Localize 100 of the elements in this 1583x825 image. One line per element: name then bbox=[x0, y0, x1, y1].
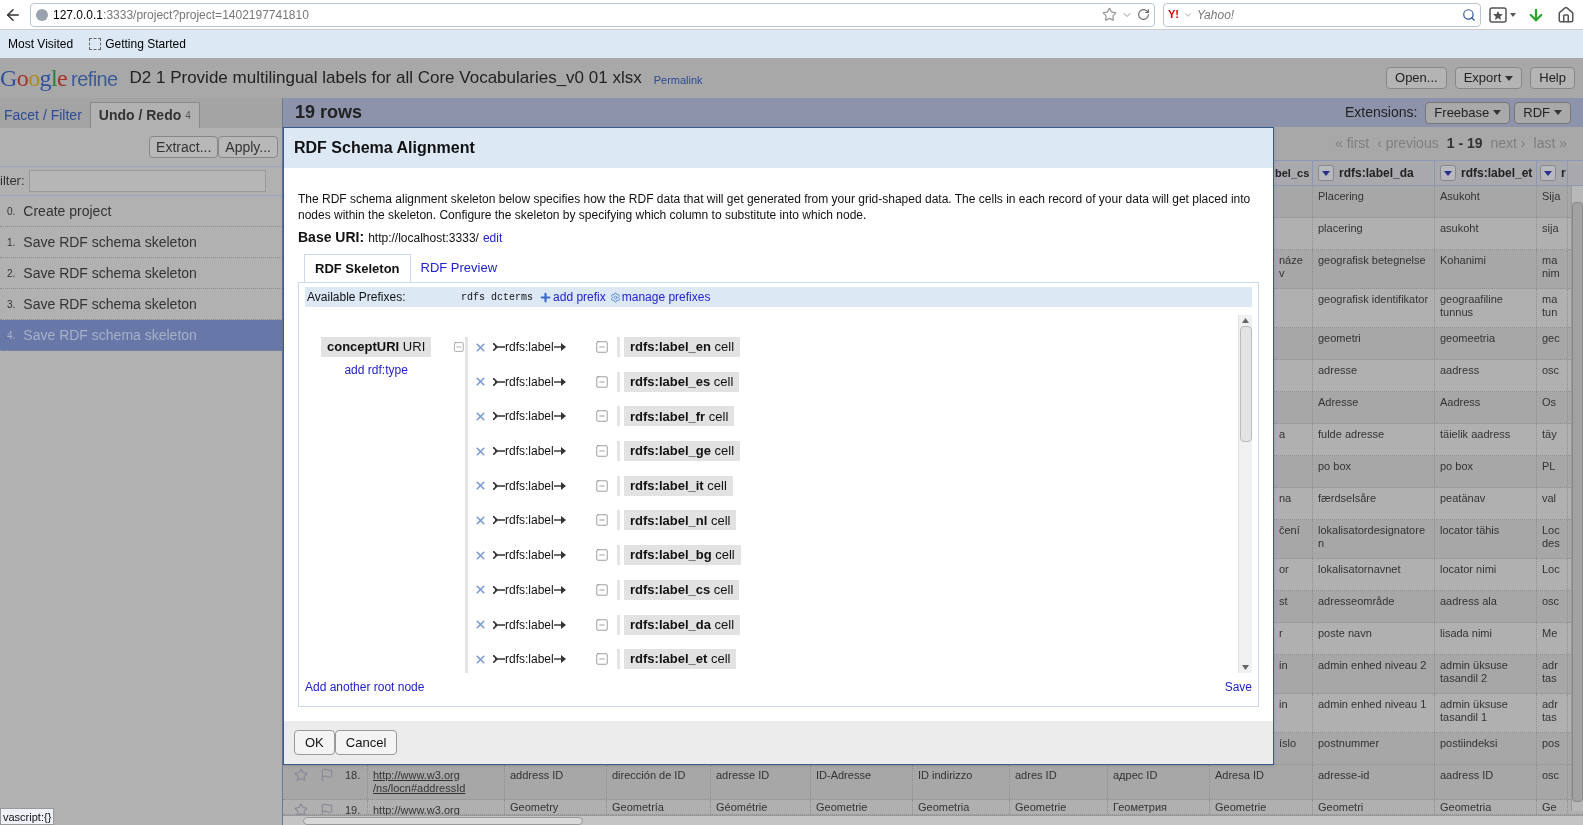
vertical-scrollbar[interactable] bbox=[1571, 186, 1583, 811]
remove-icon[interactable] bbox=[474, 513, 487, 527]
property-link[interactable]: rdfs:label bbox=[493, 650, 589, 669]
property-link[interactable]: rdfs:label bbox=[493, 615, 589, 634]
property-link[interactable]: rdfs:label bbox=[493, 580, 589, 599]
filter-field[interactable] bbox=[28, 170, 266, 192]
bookmark-link[interactable]: Getting Started bbox=[89, 35, 186, 53]
column-node[interactable]: rdfs:label_ge cell bbox=[624, 441, 741, 462]
remove-icon[interactable] bbox=[474, 340, 487, 354]
remove-icon[interactable] bbox=[474, 444, 487, 458]
remove-icon[interactable] bbox=[474, 618, 487, 631]
history-button[interactable]: Apply... bbox=[218, 136, 278, 158]
dialog-tab[interactable]: RDF Skeleton bbox=[304, 254, 411, 282]
flag-icon[interactable] bbox=[319, 768, 334, 782]
reload-icon[interactable] bbox=[1137, 8, 1150, 21]
header-button[interactable]: Open... bbox=[1386, 67, 1447, 89]
dialog-button[interactable]: Cancel bbox=[334, 730, 398, 755]
property-link[interactable]: rdfs:label bbox=[493, 372, 589, 391]
collapse-icon[interactable] bbox=[595, 513, 609, 528]
column-header[interactable]: rdfs:label_da bbox=[1313, 161, 1435, 185]
manage-prefixes-link[interactable]: manage prefixes bbox=[621, 288, 711, 306]
column-node[interactable]: rdfs:label_et cell bbox=[624, 649, 737, 670]
table-cell: geomeetria bbox=[1435, 328, 1537, 359]
collapse-icon[interactable] bbox=[595, 444, 609, 459]
property-link[interactable]: rdfs:label bbox=[493, 546, 589, 565]
remove-icon[interactable] bbox=[474, 375, 487, 389]
table-cell: Geometrie bbox=[1010, 800, 1108, 814]
search-engine-logo[interactable]: Y! bbox=[1168, 6, 1179, 23]
arrow-icon bbox=[553, 516, 566, 525]
collapse-icon[interactable] bbox=[595, 409, 609, 424]
root-node[interactable]: conceptURI URI bbox=[321, 337, 432, 357]
column-node[interactable]: rdfs:label_nl cell bbox=[624, 510, 737, 531]
star-icon[interactable] bbox=[293, 803, 308, 817]
column-node[interactable]: rdfs:label_fr cell bbox=[624, 406, 735, 427]
scroll-down-icon[interactable] bbox=[1242, 665, 1249, 670]
bookmark-menu-icon[interactable] bbox=[1489, 5, 1519, 24]
add-prefix-link[interactable]: add prefix bbox=[553, 288, 606, 306]
remove-icon[interactable] bbox=[474, 479, 487, 493]
remove-icon[interactable] bbox=[474, 409, 487, 423]
property-link[interactable]: rdfs:label bbox=[493, 338, 589, 356]
remove-icon[interactable] bbox=[474, 652, 487, 666]
star-icon[interactable] bbox=[1102, 7, 1117, 22]
table-cell: adr tas bbox=[1537, 694, 1568, 732]
scroll-up-icon[interactable] bbox=[1242, 318, 1249, 323]
address-bar[interactable]: 127.0.0.1:3333/project?project=1402197741810 bbox=[30, 2, 1155, 27]
permalink-link[interactable]: Permalink bbox=[653, 71, 703, 89]
caret-icon bbox=[1554, 110, 1562, 115]
history-item[interactable]: 1. Save RDF schema skeleton bbox=[0, 227, 282, 258]
remove-icon[interactable] bbox=[474, 548, 487, 562]
column-node[interactable]: rdfs:label_cs cell bbox=[624, 579, 740, 600]
flag-icon[interactable] bbox=[319, 803, 334, 817]
base-uri-label: Base URI: bbox=[298, 228, 365, 247]
property-link[interactable]: rdfs:label bbox=[493, 442, 589, 461]
column-node[interactable]: rdfs:label_da cell bbox=[624, 614, 741, 635]
column-node[interactable]: rdfs:label_bg cell bbox=[624, 545, 741, 566]
collapse-icon[interactable] bbox=[595, 340, 609, 354]
property-link[interactable]: rdfs:label bbox=[493, 476, 589, 495]
collapse-icon[interactable] bbox=[595, 548, 609, 563]
edit-link[interactable]: edit bbox=[482, 229, 503, 247]
add-type-link[interactable]: add rdf:type bbox=[344, 361, 408, 379]
column-header[interactable]: r bbox=[1537, 161, 1568, 185]
bookmark-link[interactable]: Most Visited bbox=[8, 35, 74, 53]
extension-menu-button[interactable]: Freebase bbox=[1425, 101, 1511, 124]
column-header[interactable]: rdfs:label_et bbox=[1435, 161, 1537, 185]
search-icon[interactable] bbox=[1462, 7, 1476, 22]
history-item[interactable]: 2. Save RDF schema skeleton bbox=[0, 258, 282, 289]
url-text: 127.0.0.1:3333/project?project=1402197741810 bbox=[53, 6, 310, 24]
dialog-tab[interactable]: RDF Preview bbox=[410, 254, 508, 282]
collapse-icon[interactable] bbox=[595, 582, 609, 597]
settings-icon[interactable] bbox=[609, 291, 621, 303]
project-title[interactable]: D2 1 Provide multilingual labels for all Core Vocabularies_v0 01 xlsx bbox=[129, 65, 642, 91]
collapse-icon[interactable] bbox=[595, 374, 609, 389]
property-link[interactable]: rdfs:label bbox=[493, 511, 589, 530]
collapse-icon[interactable] bbox=[453, 340, 465, 354]
save-link[interactable]: Save bbox=[1224, 678, 1252, 696]
search-field[interactable]: Y! Yahoo! bbox=[1163, 2, 1481, 27]
column-node[interactable]: rdfs:label_en cell bbox=[624, 337, 741, 357]
column-node[interactable]: rdfs:label_it cell bbox=[624, 475, 733, 496]
add-root-node-link[interactable]: Add another root node bbox=[305, 678, 425, 696]
dialog-button[interactable]: OK bbox=[294, 730, 335, 755]
dropdown-icon[interactable] bbox=[1318, 165, 1334, 181]
star-icon[interactable] bbox=[293, 768, 308, 782]
property-link[interactable]: rdfs:label bbox=[493, 407, 589, 426]
collapse-icon[interactable] bbox=[595, 478, 609, 493]
search-input[interactable]: Yahoo! bbox=[1197, 5, 1458, 24]
home-icon[interactable] bbox=[1557, 5, 1575, 24]
collapse-icon[interactable] bbox=[595, 617, 609, 632]
dropdown-icon[interactable] bbox=[1540, 165, 1556, 181]
horizontal-scrollbar[interactable] bbox=[283, 815, 1583, 825]
panel-tab[interactable]: Undo / Redo 4 bbox=[89, 102, 200, 128]
add-icon[interactable] bbox=[539, 290, 553, 304]
dropdown-icon[interactable] bbox=[1440, 165, 1456, 181]
collapse-icon[interactable] bbox=[595, 652, 609, 667]
history-item[interactable]: 0. Create project bbox=[0, 196, 282, 227]
column-node[interactable]: rdfs:label_es cell bbox=[624, 371, 740, 392]
header-button[interactable]: Help bbox=[1530, 67, 1575, 89]
header-button[interactable]: Export bbox=[1454, 67, 1523, 89]
history-button[interactable]: Extract... bbox=[149, 136, 219, 158]
extension-menu-button[interactable]: RDF bbox=[1514, 101, 1571, 124]
remove-icon[interactable] bbox=[474, 583, 487, 597]
